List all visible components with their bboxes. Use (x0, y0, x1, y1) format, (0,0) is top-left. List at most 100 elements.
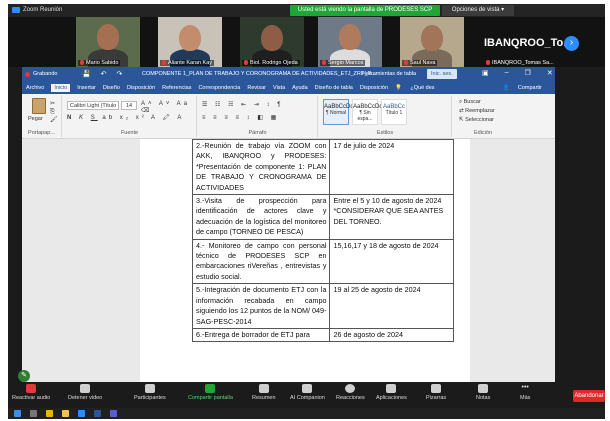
video-tile[interactable]: Saul Nava (400, 17, 464, 67)
apps-button[interactable]: Aplicaciones (376, 384, 407, 401)
maximize-icon[interactable]: ❐ (525, 69, 531, 77)
tab-inicio[interactable]: Inicio (51, 84, 71, 92)
font-size-dropdown[interactable]: 14 (121, 101, 137, 110)
notes-button[interactable]: Notas (476, 384, 490, 401)
video-tile[interactable]: Aliante Karan Kay (158, 17, 222, 67)
zoom-taskbar-icon[interactable] (78, 410, 85, 417)
tab-disposicion-tabla[interactable]: Disposición (360, 85, 388, 91)
date-cell[interactable]: 15,16,17 y 18 de agosto de 2024 (329, 238, 454, 285)
document-icon (258, 384, 269, 393)
video-tile[interactable]: Sergio Marcos (318, 17, 382, 67)
replace-button[interactable]: ⇄ Reemplazar (459, 108, 495, 114)
annotate-pen-icon[interactable]: ✎ (18, 370, 30, 382)
record-dot-icon (25, 71, 30, 77)
date-cell[interactable]: Entre el 5 y 10 de agosto de 2024 *CONSI… (329, 194, 454, 240)
tell-me-search[interactable]: 💡 ¿Qué des (395, 85, 442, 91)
search-icon: ⌕ (459, 99, 463, 105)
stop-video-button[interactable]: Detener video (68, 384, 102, 401)
whiteboards-button[interactable]: Pizarras (426, 384, 446, 401)
font-group: Calibri Light (Título 14 A˄ A˅ Aa ⌫ N K … (63, 96, 197, 137)
style-heading-1[interactable]: AaBbCc Título 1 (381, 99, 407, 125)
tab-ayuda[interactable]: Ayuda (292, 85, 308, 91)
font-name-dropdown[interactable]: Calibri Light (Título (67, 101, 119, 110)
sparkle-icon (302, 384, 313, 393)
document-canvas[interactable]: 2.-Reunión de trabajo vía ZOOM con AKK, … (22, 138, 555, 382)
screen-frame: Zoom Reunión Usted está viendo la pantal… (8, 4, 605, 419)
ai-companion-button[interactable]: AI Companion (290, 384, 325, 401)
video-tile[interactable]: Biol. Rodrigo Ojeda (240, 17, 304, 67)
activity-cell[interactable]: 3.-Visita de prospección para identifica… (191, 194, 331, 240)
list-indent-icons[interactable]: ☰ ☷ ☵ ⇤ ⇥ ↕ ¶ (202, 101, 283, 108)
document-page[interactable]: 2.-Reunión de trabajo vía ZOOM con AKK, … (140, 138, 470, 382)
tab-diseno-de-tabla[interactable]: Diseño de tabla (315, 85, 353, 91)
tab-vista[interactable]: Vista (273, 85, 285, 91)
format-buttons[interactable]: N K S ab x₂ x² A 🖍 A (67, 114, 184, 121)
windows-start-icon[interactable] (14, 410, 21, 417)
cut-copy-format-icons[interactable]: ✂ ⎘ 🖌 (50, 100, 58, 124)
tab-archivo[interactable]: Archivo (26, 85, 44, 91)
word-taskbar-icon[interactable] (94, 410, 101, 417)
video-tile[interactable]: Mario Sabido (76, 17, 140, 67)
search-icon[interactable] (30, 410, 37, 417)
activity-cell[interactable]: 5.-Integración de documento ETJ con la i… (191, 283, 331, 329)
tab-disposicion[interactable]: Disposición (127, 85, 155, 91)
video-strip: Mario Sabido Aliante Karan Kay Biol. Rod… (8, 17, 605, 67)
activity-cell[interactable]: 4.- Monitoreo de campo con personal técn… (191, 238, 331, 285)
activity-cell[interactable]: 6.-Entrega de borrador de ETJ para (191, 327, 331, 343)
sign-in-button[interactable]: Inic. ses. (427, 69, 457, 79)
leave-button[interactable]: Abandonar (573, 390, 605, 402)
tab-revisar[interactable]: Revisar (247, 85, 266, 91)
share-button[interactable]: 👤 Compartir (502, 85, 549, 91)
ribbon-display-icon[interactable]: ▣ (482, 69, 489, 77)
mic-muted-icon (404, 60, 408, 66)
mic-muted-icon (244, 60, 248, 66)
tab-diseno[interactable]: Diseño (103, 85, 120, 91)
unmute-button[interactable]: Reactivar audio (12, 384, 50, 401)
recording-indicator: Grabando (25, 71, 57, 77)
table-row: 4.- Monitoreo de campo con personal técn… (191, 238, 454, 285)
quick-access-toolbar[interactable]: 💾 ↶ ↷ (82, 70, 126, 78)
alignment-icons[interactable]: ≡ ≡ ≡ ≡ ↕ ◧ ▦ (202, 114, 279, 121)
activity-cell[interactable]: 2.-Reunión de trabajo vía ZOOM con AKK, … (191, 138, 331, 196)
paste-label[interactable]: Pegar (28, 116, 43, 122)
word-window: Grabando 💾 ↶ ↷ COMPONENTE 1_PLAN DE TRAB… (22, 67, 555, 382)
date-cell[interactable]: 19 al 25 de agosto de 2024 (329, 283, 454, 329)
participants-button[interactable]: Participantes (134, 384, 166, 401)
more-button[interactable]: ••• Más (520, 384, 530, 401)
close-icon[interactable]: ✕ (547, 69, 553, 77)
clipboard-icon[interactable] (32, 98, 46, 114)
apps-icon (386, 384, 397, 393)
participant-head (179, 25, 201, 51)
zoom-logo-icon (12, 7, 20, 13)
tab-referencias[interactable]: Referencias (162, 85, 191, 91)
editing-group-label: Edición (473, 130, 493, 136)
view-options-button[interactable]: Opciones de vista ▾ (442, 5, 514, 16)
summary-button[interactable]: Resumen (252, 384, 276, 401)
table-tools-label: Herramientas de tabla (362, 71, 417, 77)
participant-name-label: Mario Sabido (78, 60, 121, 66)
style-no-spacing[interactable]: AaBbCcDc ¶ Sin espa... (352, 99, 382, 125)
reactions-button[interactable]: Reacciones (336, 384, 365, 401)
next-page-button[interactable]: › (564, 36, 579, 51)
zoom-control-bar: Reactivar audio Detener video Participan… (8, 382, 605, 408)
font-grow-shrink-icons[interactable]: A˄ A˅ Aa ⌫ (141, 101, 196, 114)
date-cell[interactable]: 26 de agosto de 2024 (329, 327, 454, 343)
share-screen-button[interactable]: Compartir pantalla (188, 384, 233, 401)
tab-insertar[interactable]: Insertar (77, 85, 96, 91)
schedule-table[interactable]: 2.-Reunión de trabajo vía ZOOM con AKK, … (191, 138, 454, 343)
style-normal[interactable]: AaBbCcDc ¶ Normal (323, 99, 353, 125)
participant-name-label: Saul Nava (402, 60, 438, 66)
table-row: 6.-Entrega de borrador de ETJ para 26 de… (191, 327, 454, 343)
teams-taskbar-icon[interactable] (110, 410, 117, 417)
notes-icon (478, 384, 489, 393)
ribbon-home: Pegar ✂ ⎘ 🖌 Portapap... Calibri Light (Tít… (22, 94, 555, 139)
file-explorer-icon[interactable] (62, 410, 69, 417)
mic-muted-icon (162, 60, 166, 66)
tab-correspondencia[interactable]: Correspondencia (198, 85, 240, 91)
chrome-icon[interactable] (46, 410, 53, 417)
date-cell[interactable]: 17 de julio de 2024 (329, 138, 454, 196)
minimize-icon[interactable]: – (505, 69, 509, 77)
table-row: 3.-Visita de prospección para identifica… (191, 194, 454, 240)
find-button[interactable]: ⌕ Buscar (459, 99, 481, 106)
select-button[interactable]: ⇱ Seleccionar (459, 117, 494, 123)
